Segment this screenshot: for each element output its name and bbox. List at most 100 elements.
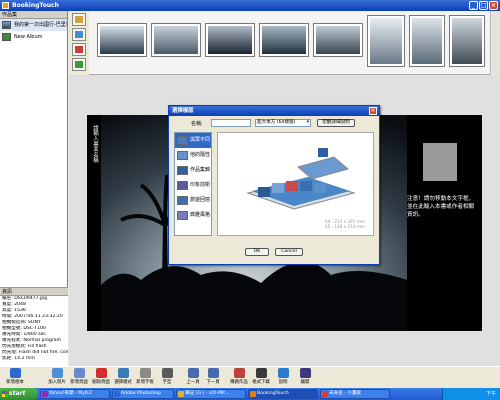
style-thumbnail-icon	[177, 166, 188, 175]
ok-button[interactable]: OK	[245, 248, 269, 256]
exit-button[interactable]: 離開	[292, 368, 318, 388]
start-button[interactable]: start	[0, 388, 38, 400]
dialog-title: 選擇樣版	[169, 106, 379, 116]
thumbnail-image	[370, 18, 402, 64]
new-book-icon	[9, 368, 21, 378]
maximize-button[interactable]: □	[479, 1, 488, 10]
photo-thumbnail[interactable]	[205, 23, 255, 57]
photo-strip-scrollbar[interactable]	[490, 11, 500, 75]
task-label: Adobe Photoshop	[121, 391, 162, 396]
photo-thumbnail[interactable]	[449, 15, 485, 67]
image-placeholder[interactable]	[423, 143, 457, 181]
title-bar: BookingTouch _ □ ×	[0, 0, 500, 11]
style-option[interactable]: 與眾不同	[175, 133, 211, 148]
style-label: 與眾不同	[190, 137, 211, 143]
photo-thumbnail[interactable]	[313, 23, 363, 57]
photo-tool-icon[interactable]	[72, 13, 86, 26]
toolbar-label: 字型	[162, 380, 172, 385]
photo-thumbnail[interactable]	[409, 15, 445, 67]
chevron-down-icon: ▾	[306, 120, 309, 125]
thumbnail-image	[154, 26, 198, 54]
photo-thumbnail[interactable]	[97, 23, 147, 57]
picture-tool-icon[interactable]	[72, 28, 86, 41]
preview-caption: A4 : 210 x 297 mm A5 : 148 x 210 mm	[325, 219, 365, 229]
add-page-icon	[73, 368, 85, 378]
style-label: 旅遊回憶	[190, 197, 211, 203]
book-title-vertical[interactable]: 請輸入書本名稱	[87, 115, 101, 331]
font-icon	[161, 368, 173, 378]
book-editor-area: 請輸入書本名稱 注意！請勿移動本文字框，並在此輸入本書或作者相關資訊。 選擇樣版…	[69, 75, 500, 366]
style-option[interactable]: 作品集錦	[175, 163, 211, 178]
info-note-text[interactable]: 注意！請勿移動本文字框，並在此輸入本書或作者相關資訊。	[407, 195, 477, 219]
windows-logo-icon	[2, 391, 8, 397]
info-row: 焦距: 14.2 mm	[2, 356, 35, 361]
select-style-icon	[117, 368, 129, 378]
new-book-button[interactable]: 新增相本	[2, 368, 28, 388]
close-button[interactable]: ×	[489, 1, 498, 10]
style-option[interactable]: 典雅風格	[175, 208, 211, 223]
exit-icon	[299, 368, 311, 378]
style-label: 作品集錦	[190, 167, 211, 173]
album-panel: 作品集 我的第一次出國行-巴里島 New Album 資訊 檔名: DSC0947…	[0, 11, 68, 366]
delete-page-icon	[95, 368, 107, 378]
grid-tool-icon[interactable]	[72, 58, 86, 71]
taskbar-task[interactable]: Yahoo!奇摩 - MyIE2	[40, 389, 110, 399]
book-preview-image	[246, 148, 356, 210]
toolbar-label: 離開	[300, 380, 310, 385]
app-icon	[2, 2, 9, 9]
album-item[interactable]: New Album	[0, 31, 67, 43]
font-button[interactable]: 字型	[154, 368, 180, 388]
size-select[interactable]: 超大本方 (64樣版) ▾	[255, 119, 311, 127]
caption-a5: A5 : 148 x 210 mm	[324, 224, 365, 229]
photo-thumbnail[interactable]	[367, 15, 405, 67]
minimize-button[interactable]: _	[469, 1, 478, 10]
album-item[interactable]: 我的第一次出國行-巴里島	[0, 19, 67, 31]
toolbar-label: 下一頁	[206, 380, 220, 385]
name-input[interactable]	[211, 119, 251, 127]
style-option[interactable]: 他的隨性	[175, 148, 211, 163]
start-label: start	[9, 390, 26, 397]
taskbar-task[interactable]: Adobe Photoshop	[112, 389, 174, 399]
album-panel-header: 作品集	[0, 11, 67, 19]
task-app-icon	[322, 391, 328, 397]
style-label: 他的隨性	[190, 152, 211, 158]
photo-thumbnail[interactable]	[151, 23, 201, 57]
photo-album-icon	[2, 21, 11, 29]
thumbnail-image	[208, 26, 252, 54]
bottom-toolbar: 新增相本 加入照片 新增頁面 刪除頁面 選擇樣式 新增字框 字型 上一頁 下一頁 購買作品 格式下載…	[0, 366, 500, 388]
add-textbox-icon	[139, 368, 151, 378]
size-select-value: 超大本方 (64樣版)	[257, 120, 296, 125]
tray-clock: 下午	[485, 391, 496, 397]
taskbar-task[interactable]: BookingTouch	[248, 389, 318, 399]
cancel-button[interactable]: Cancel	[275, 248, 303, 256]
thumbnail-image	[412, 18, 442, 64]
style-thumbnail-icon	[177, 151, 188, 160]
style-thumbnail-icon	[177, 211, 188, 220]
style-thumbnail-icon	[177, 181, 188, 190]
style-list[interactable]: 與眾不同他的隨性作品集錦印象前衛旅遊回憶典雅風格	[174, 132, 212, 236]
toolbar-label: 新增相本	[6, 380, 24, 385]
photo-thumbnail[interactable]	[259, 23, 309, 57]
help-icon	[277, 368, 289, 378]
dialog-close-icon[interactable]: ×	[369, 107, 377, 115]
task-app-icon	[178, 391, 184, 397]
tool-column	[69, 11, 89, 75]
task-app-icon	[114, 391, 120, 397]
style-thumbnail-icon	[177, 196, 188, 205]
info-text-frame[interactable]: 注意！請勿移動本文字框，並在此輸入本書或作者相關資訊。	[407, 115, 482, 331]
detail-button[interactable]: 宏觀詳細說明	[317, 119, 355, 127]
new-album-icon	[2, 33, 11, 41]
system-tray: 下午	[442, 388, 500, 400]
next-page-button[interactable]: 下一頁	[200, 368, 226, 388]
style-thumbnail-icon	[177, 136, 188, 145]
paint-tool-icon[interactable]	[72, 43, 86, 56]
style-label: 典雅風格	[190, 212, 211, 218]
task-label: 未命名 - 小畫家	[329, 391, 362, 396]
prev-page-icon	[187, 368, 199, 378]
taskbar-task[interactable]: 筆記 (G:) - sIO-Mit...	[176, 389, 246, 399]
style-option[interactable]: 旅遊回憶	[175, 193, 211, 208]
taskbar-task[interactable]: 未命名 - 小畫家	[320, 389, 390, 399]
album-list: 我的第一次出國行-巴里島 New Album	[0, 19, 67, 43]
style-option[interactable]: 印象前衛	[175, 178, 211, 193]
info-rows: 檔名: DSC09477.jpg 寬度: 2048 高度: 1536 時間: 2007…	[0, 296, 68, 362]
